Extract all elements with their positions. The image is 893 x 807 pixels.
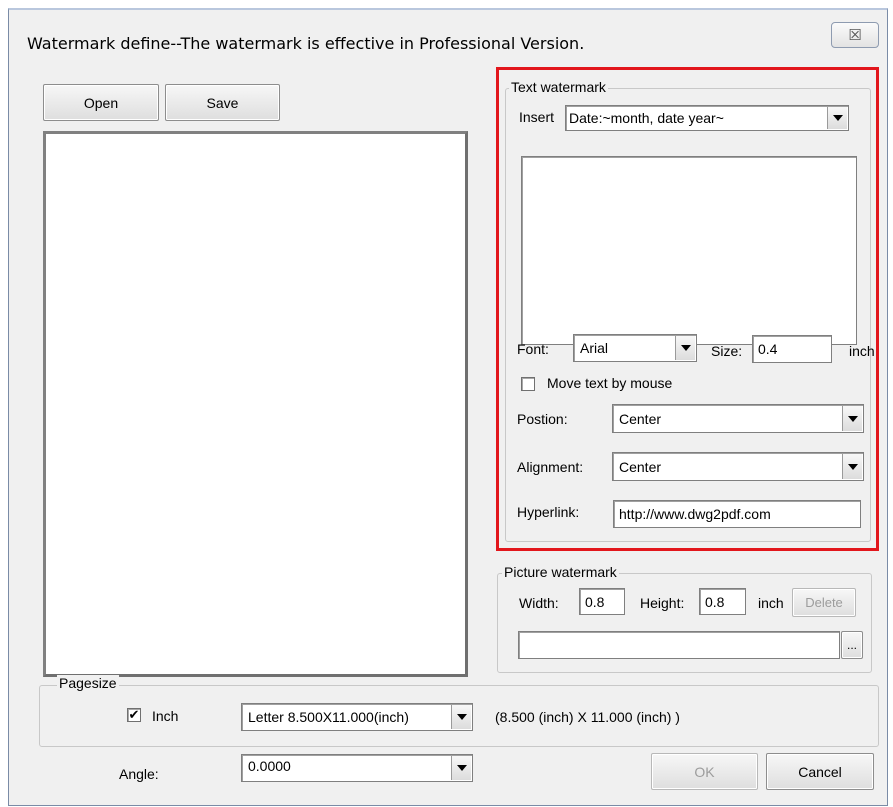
inch-check-icon: ✔ bbox=[128, 707, 140, 723]
font-label: Font: bbox=[517, 341, 549, 357]
cancel-button-label: Cancel bbox=[798, 763, 842, 780]
open-button-label: Open bbox=[83, 94, 119, 111]
position-select-value: Center bbox=[619, 410, 662, 427]
hyperlink-label: Hyperlink: bbox=[517, 504, 580, 520]
delete-button[interactable]: Delete bbox=[792, 588, 856, 617]
picture-unit-label: inch bbox=[758, 595, 784, 611]
text-watermark-legend: Text watermark bbox=[509, 79, 608, 95]
angle-label: Angle: bbox=[119, 766, 159, 782]
width-input[interactable]: 0.8 bbox=[579, 588, 625, 615]
move-text-label: Move text by mouse bbox=[547, 375, 673, 391]
save-button-label: Save bbox=[206, 94, 239, 111]
picture-path-input[interactable] bbox=[518, 631, 840, 659]
move-text-checkbox[interactable] bbox=[521, 377, 535, 391]
insert-label: Insert bbox=[519, 109, 555, 125]
close-icon: ☒ bbox=[848, 26, 862, 44]
open-button[interactable]: Open bbox=[43, 84, 159, 121]
position-label: Postion: bbox=[517, 411, 568, 427]
browse-button[interactable]: ... bbox=[841, 631, 863, 659]
font-select-value: Arial bbox=[580, 340, 609, 356]
height-label: Height: bbox=[640, 595, 685, 611]
alignment-label: Alignment: bbox=[517, 459, 584, 475]
inch-label: Inch bbox=[152, 708, 179, 724]
insert-select[interactable]: Date:~month, date year~ bbox=[565, 105, 849, 131]
size-unit-label: inch bbox=[849, 343, 875, 359]
height-input-value: 0.8 bbox=[705, 593, 725, 610]
browse-icon: ... bbox=[846, 638, 857, 652]
delete-button-label: Delete bbox=[805, 595, 843, 610]
size-input-value: 0.4 bbox=[758, 341, 778, 357]
cancel-button[interactable]: Cancel bbox=[766, 753, 874, 790]
hyperlink-input[interactable]: http://www.dwg2pdf.com bbox=[613, 500, 861, 528]
watermark-text-input[interactable] bbox=[521, 156, 857, 345]
save-button[interactable]: Save bbox=[165, 84, 280, 121]
pagesize-legend: Pagesize bbox=[57, 675, 119, 691]
width-label: Width: bbox=[519, 595, 559, 611]
pagesize-dimensions: (8.500 (inch) X 11.000 (inch) ) bbox=[495, 709, 680, 725]
chevron-down-icon[interactable] bbox=[451, 705, 471, 729]
alignment-select[interactable]: Center bbox=[612, 452, 864, 481]
pagesize-select-value: Letter 8.500X11.000(inch) bbox=[248, 709, 409, 725]
size-input[interactable]: 0.4 bbox=[752, 335, 832, 363]
alignment-select-value: Center bbox=[619, 458, 662, 475]
chevron-down-icon[interactable] bbox=[675, 336, 695, 360]
angle-select-value: 0.0000 bbox=[248, 758, 291, 774]
chevron-down-icon[interactable] bbox=[451, 756, 471, 780]
size-label: Size: bbox=[711, 343, 743, 359]
pagesize-select[interactable]: Letter 8.500X11.000(inch) bbox=[241, 703, 473, 731]
angle-select[interactable]: 0.0000 bbox=[241, 754, 473, 782]
picture-watermark-legend: Picture watermark bbox=[502, 564, 619, 580]
insert-select-value: Date:~month, date year~ bbox=[569, 110, 724, 126]
height-input[interactable]: 0.8 bbox=[699, 588, 746, 615]
font-select[interactable]: Arial bbox=[573, 334, 697, 362]
watermark-dialog: Watermark define--The watermark is effec… bbox=[8, 8, 888, 806]
ok-button-label: OK bbox=[694, 763, 715, 780]
ok-button[interactable]: OK bbox=[651, 753, 758, 790]
chevron-down-icon[interactable] bbox=[842, 406, 862, 431]
hyperlink-input-value: http://www.dwg2pdf.com bbox=[619, 506, 771, 522]
inch-checkbox[interactable]: ✔ bbox=[127, 708, 141, 722]
title-bar[interactable]: Watermark define--The watermark is effec… bbox=[9, 10, 887, 60]
dialog-title: Watermark define--The watermark is effec… bbox=[27, 34, 585, 53]
position-select[interactable]: Center bbox=[612, 404, 864, 433]
chevron-down-icon[interactable] bbox=[827, 107, 847, 129]
close-button[interactable]: ☒ bbox=[831, 22, 879, 48]
watermark-preview bbox=[43, 131, 468, 677]
chevron-down-icon[interactable] bbox=[842, 454, 862, 479]
width-input-value: 0.8 bbox=[585, 593, 605, 610]
